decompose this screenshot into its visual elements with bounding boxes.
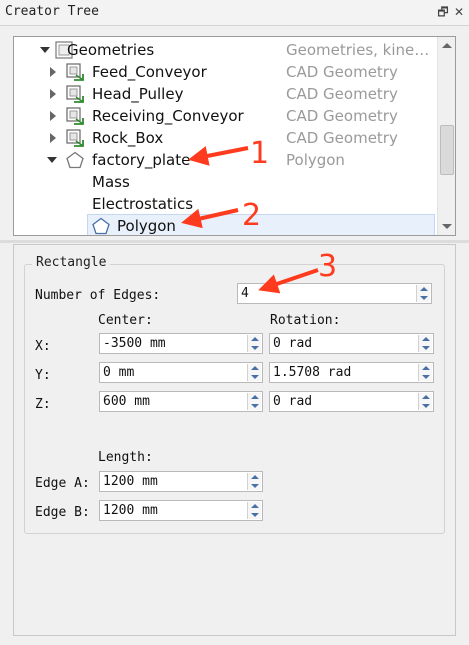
center-x-value: -3500 mm xyxy=(103,336,166,351)
tree-item-label: Head_Pulley xyxy=(92,85,184,103)
center-label: Center: xyxy=(98,313,153,328)
edge-a-spinbox[interactable]: 1200 mm xyxy=(99,471,263,492)
number-of-edges-value: 4 xyxy=(241,286,249,301)
rotation-label: Rotation: xyxy=(270,313,341,328)
expand-arrow-icon[interactable] xyxy=(50,133,56,143)
tree-item-description: CAD Geometry xyxy=(286,63,398,81)
creator-tree[interactable]: Geometries Geometries, kine… Feed_Convey… xyxy=(13,36,456,236)
center-y-value: 0 mm xyxy=(103,365,135,380)
scroll-up-icon[interactable] xyxy=(442,43,452,48)
rotation-z-value: 0 rad xyxy=(273,394,313,409)
tree-item-label: Rock_Box xyxy=(92,129,164,147)
spin-buttons[interactable] xyxy=(247,335,261,352)
scroll-down-icon[interactable] xyxy=(442,224,452,229)
spin-buttons[interactable] xyxy=(418,393,432,410)
properties-panel: Rectangle Number of Edges: 4 Center: Rot… xyxy=(13,244,456,636)
z-label: Z: xyxy=(35,397,51,412)
rotation-y-spinbox[interactable]: 1.5708 rad xyxy=(269,362,434,383)
tree-item-receiving-conveyor[interactable]: Receiving_Conveyor CAD Geometry xyxy=(14,105,438,127)
panel-title-bar: Creator Tree 🗗 ✕ xyxy=(0,0,469,26)
expand-arrow-icon[interactable] xyxy=(50,67,56,77)
number-of-edges-spinbox[interactable]: 4 xyxy=(237,283,432,304)
polygon-icon xyxy=(92,217,110,235)
tree-item-label: Receiving_Conveyor xyxy=(92,107,244,125)
tree-item-polygon[interactable]: Polygon xyxy=(14,215,438,235)
center-z-spinbox[interactable]: 600 mm xyxy=(99,391,263,412)
x-label: X: xyxy=(35,339,51,354)
tree-item-description: CAD Geometry xyxy=(286,129,398,147)
spin-buttons[interactable] xyxy=(416,285,430,302)
spin-buttons[interactable] xyxy=(247,393,261,410)
tree-item-feed-conveyor[interactable]: Feed_Conveyor CAD Geometry xyxy=(14,61,438,83)
rotation-z-spinbox[interactable]: 0 rad xyxy=(269,391,434,412)
group-title: Rectangle xyxy=(32,255,111,270)
spin-buttons[interactable] xyxy=(247,364,261,381)
collapse-arrow-icon[interactable] xyxy=(40,47,50,53)
collapse-arrow-icon[interactable] xyxy=(47,157,57,163)
rotation-y-value: 1.5708 rad xyxy=(273,365,352,380)
cad-geometry-icon xyxy=(66,63,84,81)
tree-item-label: Mass xyxy=(92,173,130,191)
tree-item-rock-box[interactable]: Rock_Box CAD Geometry xyxy=(14,127,438,149)
tree-item-factory-plate[interactable]: factory_plate Polygon xyxy=(14,149,438,171)
edge-b-value: 1200 mm xyxy=(103,503,158,518)
tree-item-description: CAD Geometry xyxy=(286,85,398,103)
panel-title: Creator Tree xyxy=(5,4,99,19)
edge-b-spinbox[interactable]: 1200 mm xyxy=(99,500,263,521)
spin-buttons[interactable] xyxy=(418,364,432,381)
cad-geometry-icon xyxy=(66,107,84,125)
tree-item-description: Polygon xyxy=(286,151,345,169)
cad-geometry-icon xyxy=(66,129,84,147)
tree-item-electrostatics[interactable]: Electrostatics xyxy=(14,193,438,215)
rotation-x-value: 0 rad xyxy=(273,336,313,351)
edge-a-value: 1200 mm xyxy=(103,474,158,489)
scroll-thumb[interactable] xyxy=(440,125,454,175)
edge-b-label: Edge B: xyxy=(35,505,90,520)
tree-item-head-pulley[interactable]: Head_Pulley CAD Geometry xyxy=(14,83,438,105)
length-label: Length: xyxy=(98,450,153,465)
tree-item-description: CAD Geometry xyxy=(286,107,398,125)
rotation-x-spinbox[interactable]: 0 rad xyxy=(269,333,434,354)
spin-buttons[interactable] xyxy=(418,335,432,352)
tree-item-label: Electrostatics xyxy=(92,195,194,213)
y-label: Y: xyxy=(35,368,51,383)
tree-item-label: factory_plate xyxy=(92,151,191,169)
tree-item-label: Polygon xyxy=(117,217,176,235)
panel-splitter[interactable] xyxy=(0,240,469,243)
tree-item-geometries[interactable]: Geometries Geometries, kine… xyxy=(14,39,438,61)
spin-buttons[interactable] xyxy=(247,502,261,519)
edge-a-label: Edge A: xyxy=(35,476,90,491)
spin-buttons[interactable] xyxy=(247,473,261,490)
expand-arrow-icon[interactable] xyxy=(50,111,56,121)
cad-geometry-icon xyxy=(66,85,84,103)
float-panel-icon[interactable]: 🗗 xyxy=(436,5,450,19)
expand-arrow-icon[interactable] xyxy=(50,89,56,99)
center-y-spinbox[interactable]: 0 mm xyxy=(99,362,263,383)
tree-item-description: Geometries, kine… xyxy=(286,41,430,59)
tree-item-label: Geometries xyxy=(67,41,155,59)
center-z-value: 600 mm xyxy=(103,394,150,409)
number-of-edges-label: Number of Edges: xyxy=(35,288,161,303)
center-x-spinbox[interactable]: -3500 mm xyxy=(99,333,263,354)
polygon-icon xyxy=(66,151,84,169)
tree-item-mass[interactable]: Mass xyxy=(14,171,438,193)
tree-item-label: Feed_Conveyor xyxy=(92,63,207,81)
tree-scrollbar[interactable] xyxy=(437,37,455,235)
close-panel-icon[interactable]: ✕ xyxy=(452,5,466,19)
